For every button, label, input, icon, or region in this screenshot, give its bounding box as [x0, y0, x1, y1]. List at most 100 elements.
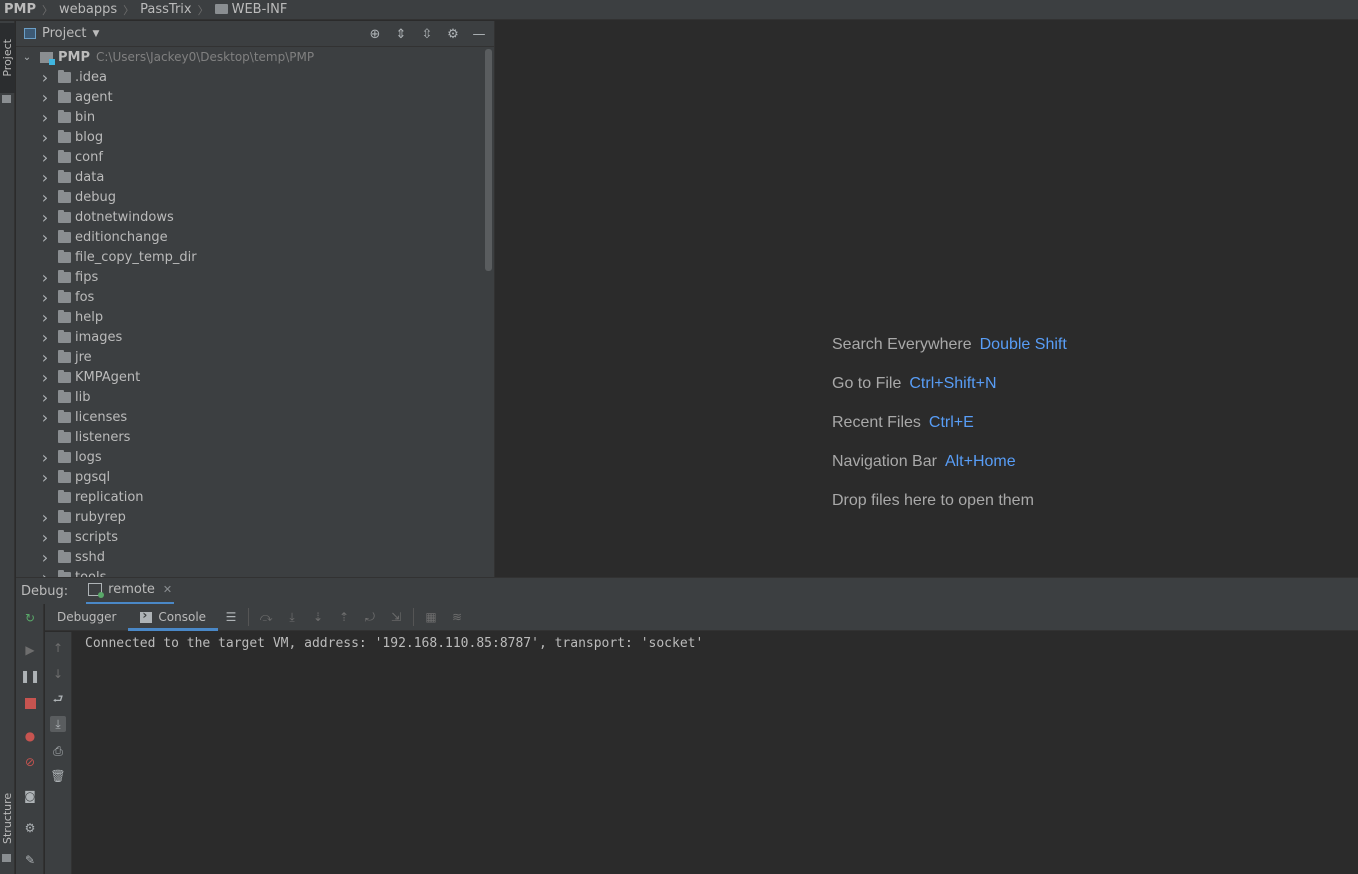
tree-item[interactable]: › dotnetwindows	[16, 207, 486, 227]
folder-icon	[58, 529, 71, 543]
breadcrumb-item-passtrix[interactable]: PassTrix	[140, 2, 191, 17]
print-icon[interactable]: ⎙	[50, 743, 66, 759]
chevron-right-icon[interactable]: ›	[38, 68, 52, 87]
editor-area[interactable]: Search Everywhere Double Shift Go to File…	[496, 21, 1358, 577]
console-output[interactable]: Connected to the target VM, address: '19…	[73, 632, 1358, 874]
close-icon[interactable]: ✕	[163, 583, 172, 596]
tree-scrollbar[interactable]	[485, 49, 492, 271]
chevron-right-icon[interactable]: ›	[38, 408, 52, 427]
chevron-right-icon[interactable]: ›	[38, 548, 52, 567]
tree-item[interactable]: › KMPAgent	[16, 367, 486, 387]
tree-item[interactable]: › logs	[16, 447, 486, 467]
mute-breakpoints-icon[interactable]: ⊘	[22, 754, 38, 770]
dropdown-caret-icon[interactable]: ▼	[92, 29, 99, 39]
tree-item[interactable]: › images	[16, 327, 486, 347]
step-into-icon[interactable]: ⇣	[310, 609, 326, 625]
project-view-selector[interactable]: Project	[42, 26, 86, 41]
tab-console[interactable]: Console	[128, 604, 219, 631]
tree-item[interactable]: › .idea	[16, 67, 486, 87]
layout-menu-icon[interactable]: ☰	[223, 609, 239, 625]
tree-item[interactable]: › scripts	[16, 527, 486, 547]
tree-item[interactable]: replication	[16, 487, 486, 507]
arrow-up-icon[interactable]: ↑	[50, 640, 66, 656]
tree-item[interactable]: › fips	[16, 267, 486, 287]
folder-icon	[58, 109, 71, 123]
view-breakpoints-icon[interactable]: ●	[22, 728, 38, 744]
camera-icon[interactable]: ◙	[22, 788, 38, 804]
tree-item[interactable]: › conf	[16, 147, 486, 167]
locate-file-icon[interactable]: ⊕	[366, 25, 384, 43]
collapse-all-icon[interactable]: ⇳	[418, 25, 436, 43]
chevron-right-icon[interactable]: ›	[38, 108, 52, 127]
chevron-right-icon[interactable]: ›	[38, 468, 52, 487]
tree-item[interactable]: › jre	[16, 347, 486, 367]
chevron-right-icon[interactable]: ›	[38, 288, 52, 307]
breadcrumb-item-webapps[interactable]: webapps	[59, 2, 117, 17]
tree-item[interactable]: › help	[16, 307, 486, 327]
chevron-right-icon[interactable]: ›	[38, 208, 52, 227]
chevron-right-icon[interactable]: ›	[38, 148, 52, 167]
tree-item[interactable]: › blog	[16, 127, 486, 147]
chevron-right-icon[interactable]: ›	[38, 308, 52, 327]
chevron-right-icon[interactable]: ›	[38, 168, 52, 187]
chevron-right-icon[interactable]: ›	[38, 528, 52, 547]
resume-icon[interactable]: ▶	[22, 642, 38, 658]
tree-item[interactable]: › pgsql	[16, 467, 486, 487]
arrow-down-icon[interactable]: ↓	[50, 666, 66, 682]
step-out-icon[interactable]: ⇡	[336, 609, 352, 625]
run-to-cursor-icon[interactable]: ⇲	[388, 609, 404, 625]
rerun-icon[interactable]: ↻	[22, 610, 38, 626]
stop-icon[interactable]	[22, 695, 38, 711]
hide-panel-icon[interactable]: —	[470, 25, 488, 43]
chevron-right-icon[interactable]: ›	[38, 88, 52, 107]
show-execution-point-icon[interactable]: ⤼	[258, 609, 274, 625]
step-over-icon[interactable]: ⤓	[284, 609, 300, 625]
tree-item[interactable]: › licenses	[16, 407, 486, 427]
tree-item[interactable]: › data	[16, 167, 486, 187]
chevron-right-icon[interactable]: ›	[38, 188, 52, 207]
expand-all-icon[interactable]: ⇕	[392, 25, 410, 43]
trash-icon[interactable]: 🗑	[50, 768, 66, 784]
folder-icon	[58, 409, 71, 423]
tree-item[interactable]: › bin	[16, 107, 486, 127]
evaluate-expression-icon[interactable]: ▦	[423, 609, 439, 625]
tree-item[interactable]: › editionchange	[16, 227, 486, 247]
breadcrumb-item-pmp[interactable]: PMP	[4, 2, 36, 17]
tree-item[interactable]: › rubyrep	[16, 507, 486, 527]
gear-icon[interactable]: ⚙	[22, 820, 38, 836]
trace-stream-icon[interactable]: ≋	[449, 609, 465, 625]
pause-icon[interactable]: ❚❚	[20, 668, 40, 684]
chevron-down-icon[interactable]: ⌄	[20, 52, 34, 63]
gear-icon[interactable]: ⚙	[444, 25, 462, 43]
tree-item[interactable]: › agent	[16, 87, 486, 107]
breadcrumb-item-web-inf[interactable]: WEB-INF	[232, 2, 288, 17]
chevron-right-icon[interactable]: ›	[38, 228, 52, 247]
tree-root-row[interactable]: ⌄ PMP C:\Users\Jackey0\Desktop\temp\PMP	[16, 47, 486, 67]
pin-icon[interactable]: ✎	[22, 852, 38, 868]
debug-session-tab-remote[interactable]: remote ✕	[86, 578, 175, 605]
soft-wrap-icon[interactable]: ⮐	[50, 692, 66, 708]
tree-item[interactable]: › fos	[16, 287, 486, 307]
tab-debugger[interactable]: Debugger	[45, 604, 128, 631]
chevron-right-icon[interactable]: ›	[38, 328, 52, 347]
chevron-right-icon[interactable]: ›	[38, 388, 52, 407]
hint-recent-files: Recent Files Ctrl+E	[832, 414, 974, 431]
tree-item[interactable]: › sshd	[16, 547, 486, 567]
tree-item[interactable]: › debug	[16, 187, 486, 207]
chevron-right-icon[interactable]: ›	[38, 448, 52, 467]
chevron-right-icon[interactable]: ›	[38, 268, 52, 287]
chevron-right-icon[interactable]: ›	[38, 368, 52, 387]
tree-item[interactable]: › lib	[16, 387, 486, 407]
drop-frame-icon[interactable]: ⤾	[362, 609, 378, 625]
chevron-right-icon[interactable]: ›	[38, 128, 52, 147]
project-tool-tab[interactable]: Project	[0, 23, 15, 93]
chevron-right-icon[interactable]: ›	[38, 508, 52, 527]
scroll-to-end-icon[interactable]: ⤓	[50, 716, 66, 732]
tree-item[interactable]: file_copy_temp_dir	[16, 247, 486, 267]
structure-tool-tab[interactable]: Structure	[0, 790, 15, 846]
tree-item[interactable]: › tools	[16, 567, 486, 577]
chevron-right-icon[interactable]: ›	[38, 568, 52, 578]
project-panel: Project ▼ ⊕ ⇕ ⇳ ⚙ — ⌄ PMP C:\Users\Jacke…	[16, 21, 495, 577]
tree-item[interactable]: listeners	[16, 427, 486, 447]
chevron-right-icon[interactable]: ›	[38, 348, 52, 367]
